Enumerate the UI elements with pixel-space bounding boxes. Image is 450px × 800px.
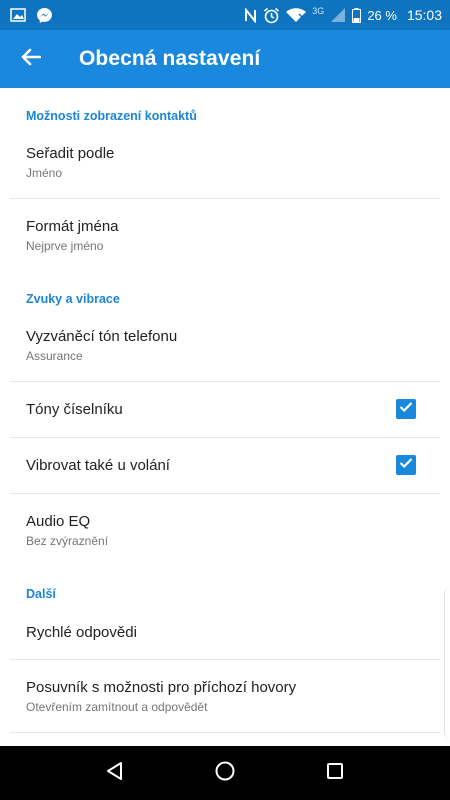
setting-title: Tóny číselníku [26, 401, 123, 418]
app-bar: Obecná nastavení [0, 30, 450, 88]
setting-name-format[interactable]: Formát jména Nejprve jméno [0, 199, 450, 271]
nfc-icon [244, 7, 257, 23]
setting-title: Rychlé odpovědi [26, 624, 137, 641]
setting-title: Seřadit podle [26, 145, 115, 162]
back-button[interactable] [3, 30, 59, 88]
setting-quick-responses[interactable]: Rychlé odpovědi [0, 608, 450, 659]
nav-recents-button[interactable] [315, 753, 355, 793]
setting-title: Vyzváněcí tón telefonu [26, 328, 178, 345]
section-header-other: Další [26, 587, 56, 601]
page-title: Obecná nastavení [79, 47, 261, 70]
setting-subtitle: Nejprve jméno [26, 239, 104, 253]
messenger-icon [36, 7, 53, 24]
section-header-contacts: Možnosti zobrazení kontaktů [26, 109, 197, 123]
setting-audio-eq[interactable]: Audio EQ Bez zvýraznění [0, 494, 450, 570]
setting-title: Formát jména [26, 218, 119, 235]
settings-list[interactable]: Možnosti zobrazení kontaktů Seřadit podl… [0, 88, 450, 746]
setting-title: Audio EQ [26, 513, 91, 530]
back-triangle-icon [105, 761, 125, 786]
checkmark-icon [399, 400, 413, 418]
image-icon [10, 8, 26, 22]
checkmark-icon [399, 456, 413, 474]
setting-sort-by[interactable]: Seřadit podle Jméno [0, 130, 450, 198]
vibrate-calls-checkbox[interactable] [396, 455, 416, 475]
clock: 15:03 [406, 7, 442, 23]
setting-subtitle: Bez zvýraznění [26, 534, 109, 548]
recents-square-icon [326, 762, 344, 785]
arrow-left-icon [21, 48, 42, 71]
battery-icon [352, 7, 362, 23]
setting-subtitle: Jméno [26, 166, 63, 180]
status-bar: 3G 26 % 15:03 [0, 0, 450, 30]
dialpad-tones-checkbox[interactable] [396, 399, 416, 419]
setting-title: Posuvník s možnosti pro příchozí hovory [26, 679, 297, 696]
alarm-icon [263, 7, 280, 24]
nav-home-button[interactable] [205, 753, 245, 793]
battery-percent: 26 % [367, 7, 397, 23]
setting-vibrate-calls[interactable]: Vibrovat také u volání [0, 438, 450, 493]
signal-icon [330, 7, 346, 23]
wifi-icon [286, 7, 307, 23]
scroll-edge-indicator [444, 588, 450, 738]
home-circle-icon [214, 760, 236, 787]
network-type: 3G [312, 6, 325, 16]
setting-incoming-call-slider[interactable]: Posuvník s možnosti pro příchozí hovory … [0, 660, 450, 732]
setting-title: Vibrovat také u volání [26, 457, 170, 474]
setting-dialpad-tones[interactable]: Tóny číselníku [0, 382, 450, 437]
setting-ringtone[interactable]: Vyzváněcí tón telefonu Assurance [0, 314, 450, 381]
section-header-sounds: Zvuky a vibrace [26, 292, 120, 306]
nav-back-button[interactable] [95, 753, 135, 793]
divider [10, 732, 440, 733]
setting-subtitle: Assurance [26, 349, 83, 363]
setting-subtitle: Otevřením zamítnout a odpovědět [26, 700, 208, 714]
navigation-bar [0, 746, 450, 800]
